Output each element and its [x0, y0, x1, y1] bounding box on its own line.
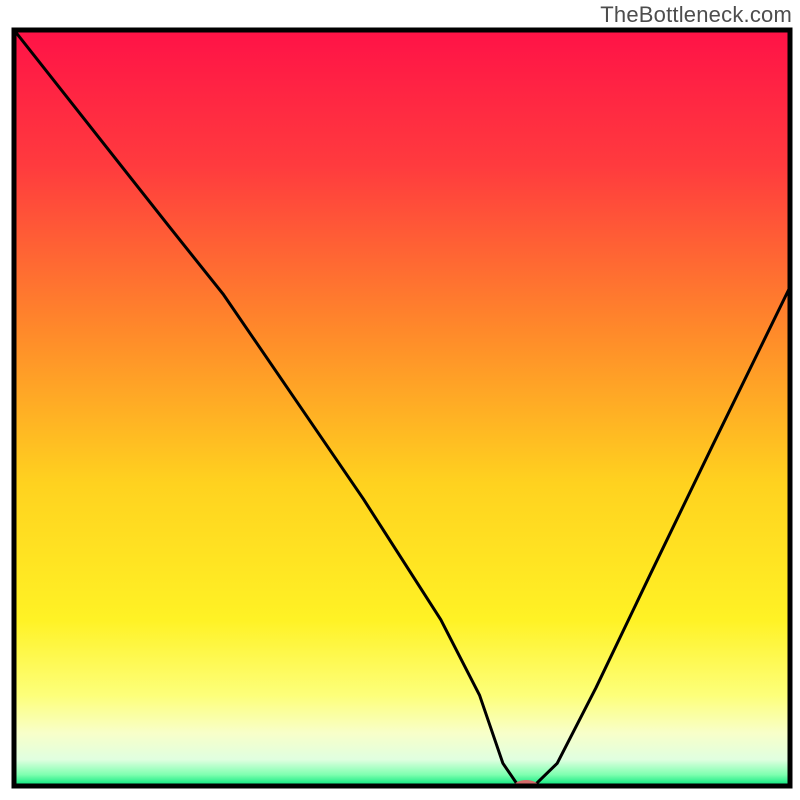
- bottleneck-chart: [0, 0, 800, 800]
- watermark-text: TheBottleneck.com: [600, 2, 792, 28]
- chart-container: TheBottleneck.com: [0, 0, 800, 800]
- plot-background: [14, 30, 790, 786]
